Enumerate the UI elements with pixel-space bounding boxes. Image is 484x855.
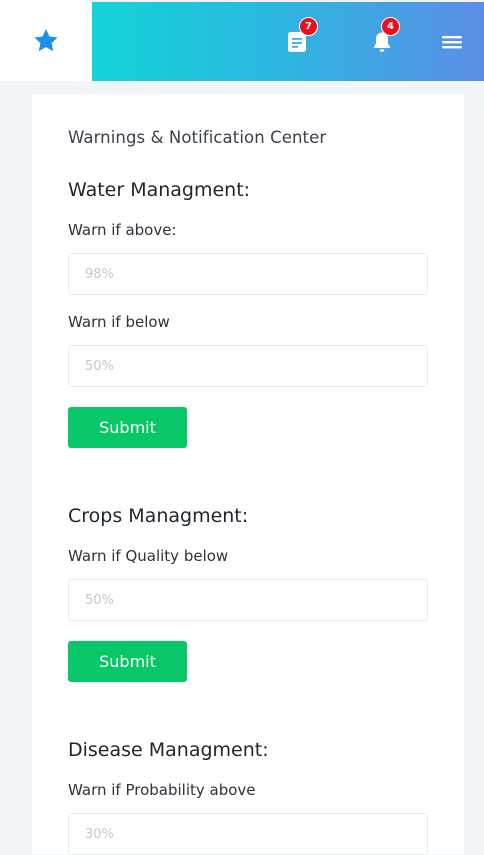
menu-button[interactable] (427, 2, 477, 81)
water-below-label: Warn if below (68, 313, 170, 331)
navbar-gradient: 7 4 (92, 2, 484, 81)
star-icon (34, 29, 58, 52)
water-above-label: Warn if above: (68, 221, 177, 239)
logo[interactable] (0, 0, 92, 81)
warnings-card: Warnings & Notification Center Water Man… (32, 94, 464, 855)
crops-quality-input[interactable] (68, 579, 428, 621)
water-above-input[interactable] (68, 253, 428, 295)
crops-quality-label: Warn if Quality below (68, 547, 229, 565)
page-title: Warnings & Notification Center (68, 128, 327, 147)
notifications-badge: 4 (381, 17, 400, 36)
water-below-input[interactable] (68, 345, 428, 387)
disease-probability-input[interactable] (68, 813, 428, 855)
top-navbar: 7 4 (0, 0, 484, 81)
disease-probability-label: Warn if Probability above (68, 781, 256, 799)
disease-section-title: Disease Managment: (68, 739, 269, 761)
notifications-button[interactable]: 4 (357, 2, 407, 81)
crops-submit-button[interactable]: Submit (68, 641, 187, 682)
messages-badge: 7 (299, 17, 318, 36)
crops-section-title: Crops Managment: (68, 505, 249, 527)
messages-button[interactable]: 7 (272, 2, 322, 81)
hamburger-menu-icon (442, 35, 462, 48)
water-section-title: Water Managment: (68, 179, 251, 201)
water-submit-button[interactable]: Submit (68, 407, 187, 448)
